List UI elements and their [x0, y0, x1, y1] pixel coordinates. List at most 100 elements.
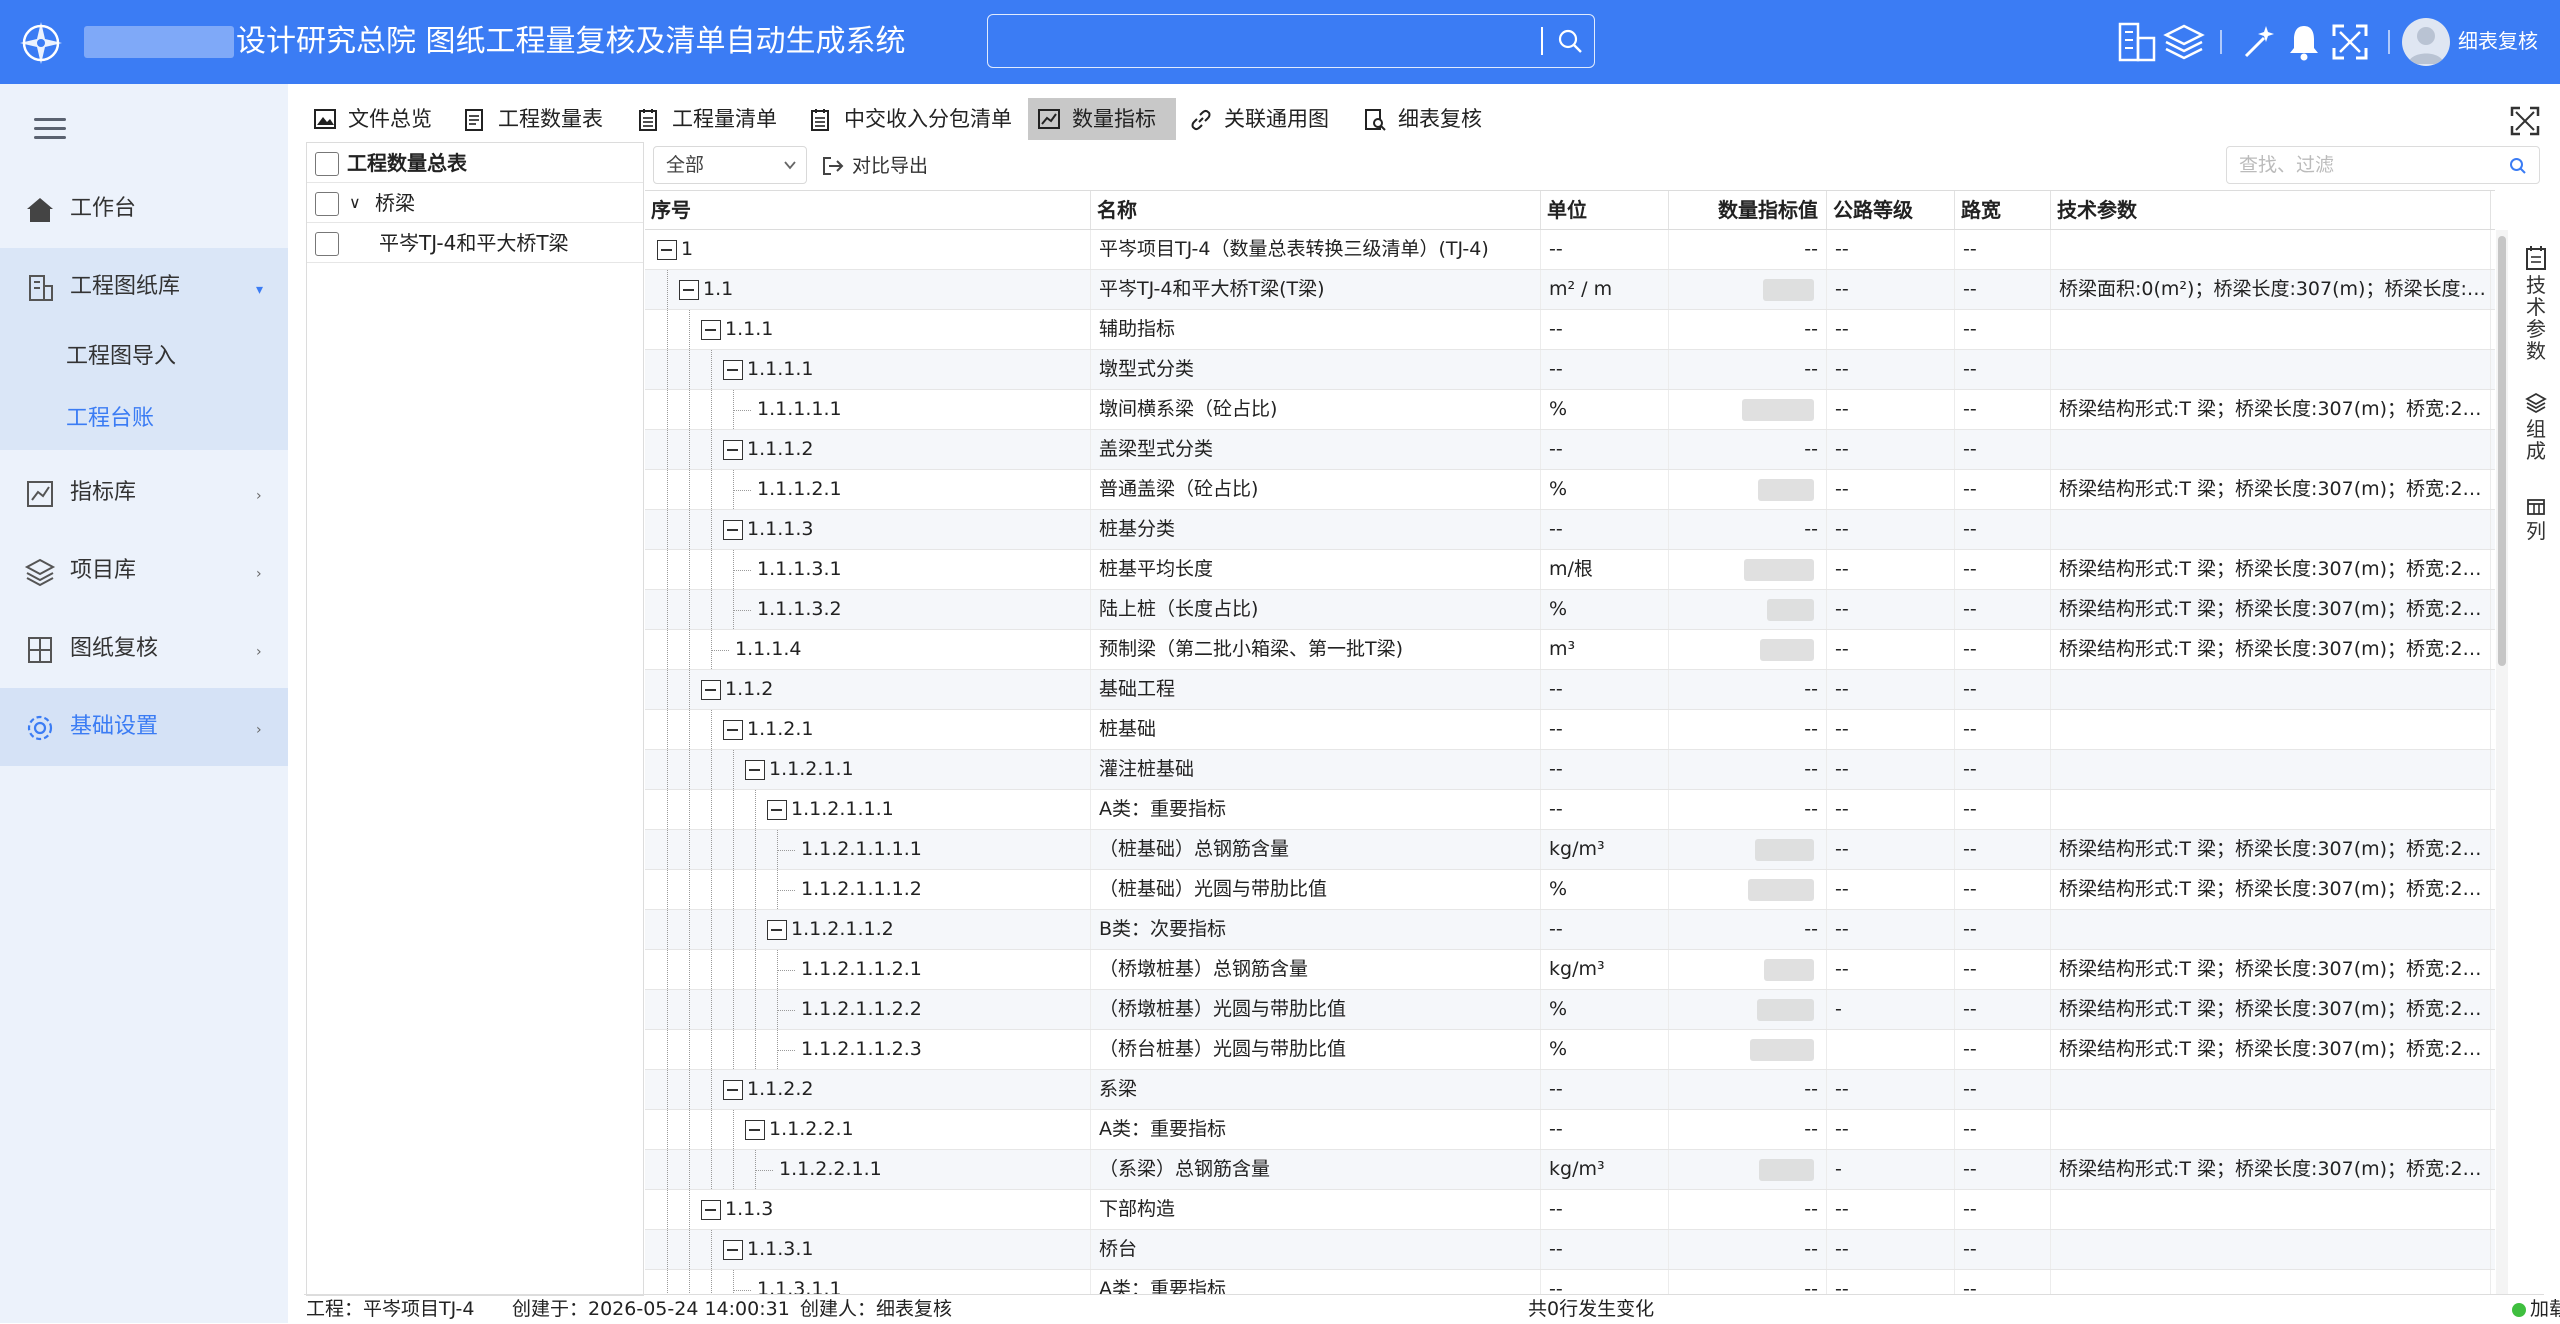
global-search-input[interactable]	[987, 14, 1595, 68]
bell-icon[interactable]	[2286, 20, 2322, 64]
cell-tech	[2051, 350, 2491, 389]
tree-root[interactable]: 工程数量总表	[307, 143, 643, 183]
table-row[interactable]: 1.1.1 辅助指标 -- -- -- --	[645, 310, 2495, 350]
building-icon[interactable]	[2116, 20, 2160, 64]
checkbox[interactable]	[315, 232, 339, 256]
tab-quantity-table[interactable]: 工程数量表	[454, 98, 624, 140]
collapse-toggle-icon[interactable]	[723, 1080, 743, 1100]
table-row[interactable]: 1.1.1.4 预制梁（第二批小箱梁、第一批T梁) m³ -- -- 桥梁结构形式:T 梁…	[645, 630, 2495, 670]
cell-name: 基础工程	[1091, 670, 1541, 709]
sidebar-subitem-project-ledger[interactable]: 工程台账	[0, 388, 288, 450]
table-row[interactable]: 1.1.2.1.1.2.1 （桥墩桩基）总钢筋含量 kg/m³ -- -- 桥梁结构形式:…	[645, 950, 2495, 990]
col-header-unit[interactable]: 单位	[1541, 191, 1669, 229]
table-row[interactable]: 1.1.1.2.1 普通盖梁（砼占比)% -- -- 桥梁结构形式:T 梁；桥梁长度:3…	[645, 470, 2495, 510]
tab-file-overview[interactable]: 文件总览	[304, 98, 450, 140]
table-row[interactable]: 1.1.2.2.1.1 （系梁）总钢筋含量 kg/m³ - -- 桥梁结构形式:T 梁；桥…	[645, 1150, 2495, 1190]
table-row[interactable]: 1.1.1.1.1 墩间横系梁（砼占比)% -- -- 桥梁结构形式:T 梁；桥梁长度:…	[645, 390, 2495, 430]
sidebar-item-project-library[interactable]: 项目库 ›	[0, 532, 288, 610]
collapse-toggle-icon[interactable]	[723, 520, 743, 540]
cell-value: --	[1669, 910, 1827, 949]
cell-width: --	[1955, 1190, 2051, 1229]
sidebar-item-workbench[interactable]: 工作台	[0, 170, 288, 248]
table-row[interactable]: 1.1.2.1.1.2.2 （桥墩桩基）光圆与带肋比值% - -- 桥梁结构形式:T 梁…	[645, 990, 2495, 1030]
avatar[interactable]	[2402, 18, 2450, 66]
cell-seq: 1.1.2.2.1.1	[645, 1150, 1091, 1189]
collapse-toggle-icon[interactable]	[679, 280, 699, 300]
collapse-toggle-icon[interactable]	[767, 920, 787, 940]
collapse-toggle-icon[interactable]	[723, 440, 743, 460]
collapse-toggle-icon[interactable]	[723, 360, 743, 380]
collapse-toggle-icon[interactable]	[745, 760, 765, 780]
cell-name-text: 系梁	[1099, 1078, 1138, 1100]
table-search-input[interactable]: 查找、过滤	[2226, 146, 2540, 184]
table-row[interactable]: 1.1.3.1.1 A类：重要指标 -- -- -- --	[645, 1270, 2495, 1294]
table-row[interactable]: 1.1.2.2.1 A类：重要指标 -- -- -- --	[645, 1110, 2495, 1150]
table-row[interactable]: 1.1.1.3 桩基分类 -- -- -- --	[645, 510, 2495, 550]
link-icon	[1191, 109, 1211, 131]
fullscreen-icon[interactable]	[2510, 106, 2540, 136]
tree-guide-line	[733, 830, 734, 869]
tab-quantity-indicators[interactable]: 数量指标	[1028, 98, 1176, 140]
layers-icon[interactable]	[2162, 20, 2206, 64]
expand-icon[interactable]	[2330, 20, 2370, 64]
tab-linked-general-drawings[interactable]: 关联通用图	[1180, 98, 1352, 140]
sidebar-subitem-drawing-import[interactable]: 工程图导入	[0, 326, 288, 388]
collapse-toggle-icon[interactable]	[767, 800, 787, 820]
tab-bill-of-quantities[interactable]: 工程量清单	[628, 98, 796, 140]
table-row[interactable]: 1.1.1.2 盖梁型式分类 -- -- -- --	[645, 430, 2495, 470]
table-row[interactable]: 1 平岑项目TJ-4（数量总表转换三级清单）(TJ-4) -- -- -- --	[645, 230, 2495, 270]
menu-toggle-icon[interactable]	[34, 118, 66, 142]
panel-tab-tech-params[interactable]: 技术参数	[2512, 246, 2560, 362]
table-row[interactable]: 1.1.2.2 系梁 -- -- -- --	[645, 1070, 2495, 1110]
panel-tab-columns[interactable]: 列	[2512, 498, 2560, 542]
collapse-toggle-icon[interactable]	[701, 320, 721, 340]
table-row[interactable]: 1.1.1.3.1 桩基平均长度 m/根 -- -- 桥梁结构形式:T 梁；桥梁长度:30…	[645, 550, 2495, 590]
checkbox[interactable]	[315, 192, 339, 216]
table-row[interactable]: 1.1.2.1.1.2 B类：次要指标 -- -- -- --	[645, 910, 2495, 950]
col-header-name[interactable]: 名称	[1091, 191, 1541, 229]
table-row[interactable]: 1.1.2.1.1 灌注桩基础 -- -- -- --	[645, 750, 2495, 790]
tab-detail-review[interactable]: 细表复核	[1354, 98, 1504, 140]
table-row[interactable]: 1.1.1.1 墩型式分类 -- -- -- --	[645, 350, 2495, 390]
cell-unit: --	[1541, 1110, 1669, 1149]
col-header-grade[interactable]: 公路等级	[1827, 191, 1955, 229]
cell-seq: 1.1.1.3.2	[645, 590, 1091, 629]
table-row[interactable]: 1.1 平岑TJ-4和平大桥T梁(T梁) m² / m -- -- 桥梁面积:0(m²)；…	[645, 270, 2495, 310]
table-row[interactable]: 1.1.2.1.1.1 A类：重要指标 -- -- -- --	[645, 790, 2495, 830]
tree-node-bridge-item[interactable]: 平岑TJ-4和平大桥T梁	[307, 223, 643, 263]
filter-select[interactable]: 全部	[653, 146, 807, 184]
user-name[interactable]: 细表复核	[2458, 26, 2538, 56]
table-row[interactable]: 1.1.2.1.1.1.2 （桩基础）光圆与带肋比值% -- -- 桥梁结构形式:T 梁…	[645, 870, 2495, 910]
chevron-down-icon[interactable]: ∨	[349, 183, 361, 223]
table-row[interactable]: 1.1.3.1 桥台 -- -- -- --	[645, 1230, 2495, 1270]
collapse-toggle-icon[interactable]	[701, 680, 721, 700]
table-row[interactable]: 1.1.2.1.1.1.1 （桩基础）总钢筋含量 kg/m³ -- -- 桥梁结构形式:T…	[645, 830, 2495, 870]
sidebar-item-indicator-library[interactable]: 指标库 ›	[0, 454, 288, 532]
sidebar-item-basic-settings[interactable]: 基础设置 ›	[0, 688, 288, 766]
table-row[interactable]: 1.1.2 基础工程 -- -- -- --	[645, 670, 2495, 710]
collapse-toggle-icon[interactable]	[723, 1240, 743, 1260]
checkbox[interactable]	[315, 152, 339, 176]
table-row[interactable]: 1.1.3 下部构造 -- -- -- --	[645, 1190, 2495, 1230]
col-header-tech[interactable]: 技术参数	[2051, 191, 2491, 229]
collapse-toggle-icon[interactable]	[723, 720, 743, 740]
search-icon[interactable]	[1556, 27, 1584, 55]
cell-name: 桩基分类	[1091, 510, 1541, 549]
magic-wand-icon[interactable]	[2238, 20, 2278, 64]
table-row[interactable]: 1.1.1.3.2 陆上桩（长度占比)% -- -- 桥梁结构形式:T 梁；桥梁长度:3…	[645, 590, 2495, 630]
collapse-toggle-icon[interactable]	[657, 240, 677, 260]
tree-node-bridge[interactable]: ∨ 桥梁	[307, 183, 643, 223]
tab-subcontract-list[interactable]: 中交收入分包清单	[800, 98, 1026, 140]
scrollbar-thumb[interactable]	[2498, 236, 2506, 666]
table-row[interactable]: 1.1.2.1.1.2.3 （桥台桩基）光圆与带肋比值% -- 桥梁结构形式:T 梁；…	[645, 1030, 2495, 1070]
collapse-toggle-icon[interactable]	[701, 1200, 721, 1220]
col-header-seq[interactable]: 序号	[645, 191, 1091, 229]
col-header-width[interactable]: 路宽	[1955, 191, 2051, 229]
collapse-toggle-icon[interactable]	[745, 1120, 765, 1140]
sidebar-item-drawing-library[interactable]: 工程图纸库 ▾	[0, 248, 288, 326]
col-header-value[interactable]: 数量指标值	[1669, 191, 1827, 229]
panel-tab-composition[interactable]: 组成	[2512, 392, 2560, 462]
table-row[interactable]: 1.1.2.1 桩基础 -- -- -- --	[645, 710, 2495, 750]
sidebar-item-drawing-review[interactable]: 图纸复核 ›	[0, 610, 288, 688]
search-icon[interactable]	[2509, 157, 2527, 175]
